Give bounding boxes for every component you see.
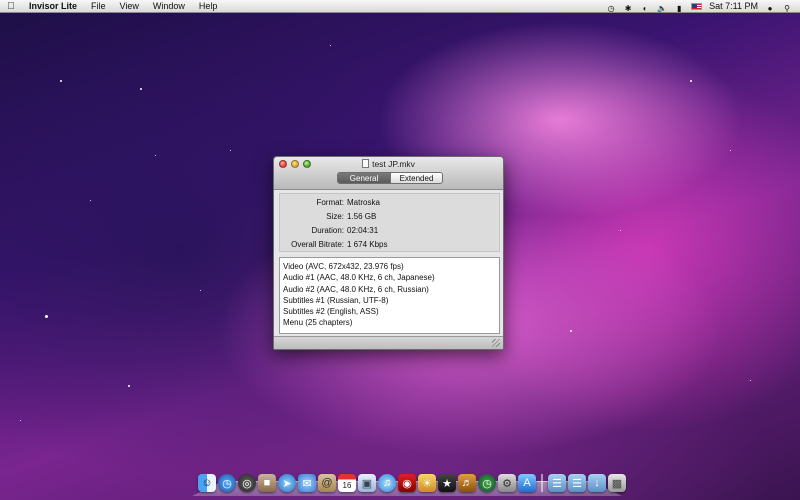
- star: [730, 150, 731, 151]
- spotlight-search-icon[interactable]: ⚲: [782, 2, 792, 13]
- star: [90, 200, 91, 201]
- document-icon[interactable]: [362, 159, 370, 168]
- app-store-icon[interactable]: A: [518, 474, 536, 492]
- iphoto-icon[interactable]: ☀: [418, 474, 436, 492]
- documents-folder-icon[interactable]: ☰: [568, 474, 586, 492]
- info-label: Format:: [316, 198, 344, 207]
- menu-window[interactable]: Window: [146, 0, 192, 13]
- wifi-icon[interactable]: ◐: [640, 2, 650, 13]
- general-info-panel: Format: Matroska Size: 1.56 GB Duration:…: [279, 193, 500, 252]
- system-preferences-icon[interactable]: ⚙: [498, 474, 516, 492]
- itunes-icon[interactable]: ♫: [378, 474, 396, 492]
- window-titlebar[interactable]: test JP.mkv General Extended: [274, 157, 503, 190]
- list-item[interactable]: Subtitles #2 (English, ASS): [283, 306, 499, 317]
- photo-icon[interactable]: ■: [258, 474, 276, 492]
- preview-icon[interactable]: ▣: [358, 474, 376, 492]
- list-item[interactable]: Audio #2 (AAC, 48.0 KHz, 6 ch, Russian): [283, 284, 499, 295]
- info-label: Duration:: [311, 226, 344, 235]
- dashboard-icon[interactable]: ◷: [218, 474, 236, 492]
- info-value: 02:04:31: [347, 226, 379, 235]
- window-status-bar: [274, 336, 503, 349]
- menu-file[interactable]: File: [84, 0, 113, 13]
- star: [230, 150, 231, 151]
- dock: ☺ ◷ ◎ ■ ➤ ✉ @ 16 ▣ ♫ ◉ ☀ ★ ♬ ◷ ⚙ A ☰ ☰ ↓…: [198, 468, 626, 492]
- star: [128, 385, 130, 387]
- bluetooth-icon[interactable]: ✱: [623, 2, 633, 13]
- star: [155, 155, 156, 156]
- trash-icon[interactable]: ▩: [608, 474, 626, 492]
- list-item[interactable]: Menu (25 chapters): [283, 317, 499, 328]
- info-row-size: Size: 1.56 GB: [280, 210, 499, 224]
- window-title-text: test JP.mkv: [372, 159, 415, 169]
- safari-icon[interactable]: ➤: [278, 474, 296, 492]
- tracks-list[interactable]: Video (AVC, 672x432, 23.976 fps) Audio #…: [279, 257, 500, 334]
- window-title: test JP.mkv: [274, 159, 503, 170]
- finder-icon[interactable]: ☺: [198, 474, 216, 492]
- star: [570, 330, 572, 332]
- list-item[interactable]: Video (AVC, 672x432, 23.976 fps): [283, 261, 499, 272]
- list-item[interactable]: Audio #1 (AAC, 48.0 KHz, 6 ch, Japanese): [283, 272, 499, 283]
- star: [140, 88, 142, 90]
- view-segmented-control: General Extended: [337, 172, 443, 184]
- info-row-bitrate: Overall Bitrate: 1 674 Kbps: [280, 238, 499, 252]
- input-source-flag-icon[interactable]: [691, 2, 703, 10]
- info-row-duration: Duration: 02:04:31: [280, 224, 499, 238]
- imovie-icon[interactable]: ★: [438, 474, 456, 492]
- star: [620, 230, 621, 231]
- dock-separator: [541, 474, 543, 492]
- garageband-icon[interactable]: ♬: [458, 474, 476, 492]
- info-label: Size:: [326, 212, 344, 221]
- star: [200, 290, 201, 291]
- star: [690, 80, 692, 82]
- menu-app-name[interactable]: Invisor Lite: [22, 0, 84, 13]
- time-machine-icon[interactable]: ◷: [606, 2, 616, 13]
- star: [330, 45, 331, 46]
- info-label: Overall Bitrate:: [291, 240, 344, 249]
- ichat-icon[interactable]: ✉: [298, 474, 316, 492]
- info-value: 1.56 GB: [347, 212, 377, 221]
- star: [750, 380, 751, 381]
- tab-extended[interactable]: Extended: [390, 173, 442, 183]
- menu-bar:  Invisor Lite File View Window Help ◷ ✱…: [0, 0, 800, 13]
- ical-icon[interactable]: 16: [338, 474, 356, 492]
- info-value: Matroska: [347, 198, 380, 207]
- menu-clock[interactable]: Sat 7:11 PM: [709, 0, 758, 13]
- time-machine-icon[interactable]: ◷: [478, 474, 496, 492]
- downloads-folder-icon[interactable]: ↓: [588, 474, 606, 492]
- mission-icon[interactable]: ◎: [238, 474, 256, 492]
- inspector-window: test JP.mkv General Extended Format: Mat…: [273, 156, 504, 350]
- star: [20, 420, 21, 421]
- star: [45, 315, 48, 318]
- battery-icon[interactable]: ▮: [674, 2, 684, 13]
- applications-folder-icon[interactable]: ☰: [548, 474, 566, 492]
- apple-menu-icon[interactable]: : [0, 1, 22, 12]
- address-book-icon[interactable]: @: [318, 474, 336, 492]
- menu-view[interactable]: View: [113, 0, 146, 13]
- star: [60, 80, 62, 82]
- info-row-format: Format: Matroska: [280, 196, 499, 210]
- menu-help[interactable]: Help: [192, 0, 225, 13]
- volume-icon[interactable]: 🔈: [657, 2, 667, 13]
- user-icon[interactable]: ●: [765, 2, 775, 13]
- photo-booth-icon[interactable]: ◉: [398, 474, 416, 492]
- resize-grip-icon[interactable]: [492, 339, 500, 347]
- tab-general[interactable]: General: [338, 173, 390, 183]
- list-item[interactable]: Subtitles #1 (Russian, UTF-8): [283, 295, 499, 306]
- menu-extras: ◷ ✱ ◐ 🔈 ▮ Sat 7:11 PM ● ⚲: [606, 0, 800, 13]
- info-value: 1 674 Kbps: [347, 240, 388, 249]
